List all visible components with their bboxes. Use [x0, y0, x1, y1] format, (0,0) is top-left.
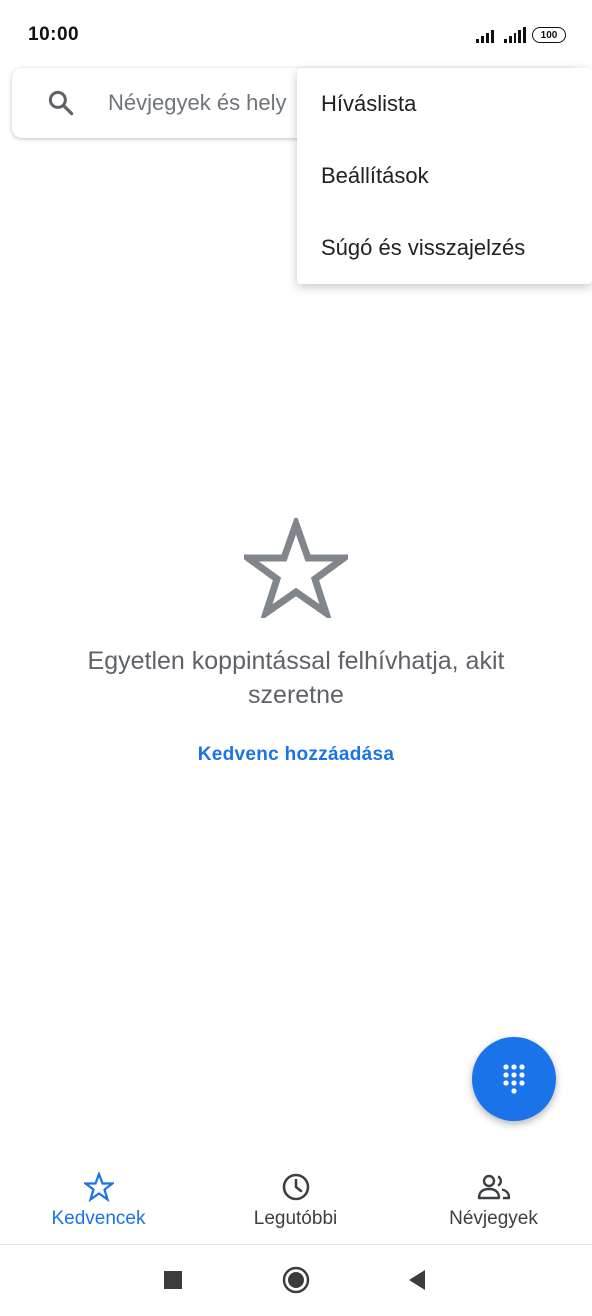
status-bar: 10:00 100 — [0, 0, 592, 70]
tab-recents[interactable]: Legutóbbi — [197, 1160, 394, 1244]
overflow-menu: Híváslista Beállítások Súgó és visszajel… — [297, 68, 592, 284]
empty-state-message: Egyetlen koppintással felhívhatja, akit … — [87, 647, 505, 709]
bottom-navigation: Kedvencek Legutóbbi Névjegyek — [0, 1160, 592, 1245]
system-navigation-bar — [0, 1245, 592, 1316]
star-icon — [83, 1172, 114, 1202]
tab-favorites-label: Kedvencek — [51, 1208, 146, 1229]
status-time: 10:00 — [28, 24, 80, 45]
tab-favorites[interactable]: Kedvencek — [0, 1160, 197, 1244]
people-icon — [477, 1174, 510, 1200]
menu-item-call-history[interactable]: Híváslista — [297, 68, 592, 140]
status-icons: 100 — [476, 24, 566, 46]
search-icon — [48, 90, 74, 116]
menu-item-help-feedback[interactable]: Súgó és visszajelzés — [297, 212, 592, 284]
back-triangle-icon — [409, 1270, 425, 1290]
empty-star-icon — [244, 518, 348, 618]
tab-contacts-label: Névjegyek — [449, 1208, 538, 1229]
back-button[interactable] — [394, 1257, 440, 1303]
add-favorite-button[interactable]: Kedvenc hozzáadása — [96, 744, 496, 766]
tab-recents-label: Legutóbbi — [253, 1208, 338, 1229]
recents-button[interactable] — [150, 1257, 196, 1303]
dialpad-icon — [503, 1064, 525, 1094]
home-button[interactable] — [273, 1257, 319, 1303]
clock-icon — [282, 1173, 309, 1201]
dialpad-button[interactable] — [472, 1037, 556, 1121]
tab-contacts[interactable]: Névjegyek — [395, 1160, 592, 1244]
home-circle-icon — [282, 1266, 310, 1294]
search-input[interactable]: Névjegyek és hely — [108, 90, 308, 116]
battery-level: 100 — [540, 29, 558, 41]
battery-icon: 100 — [532, 27, 566, 43]
menu-item-settings[interactable]: Beállítások — [297, 140, 592, 212]
signal-icon — [476, 27, 498, 43]
signal-icon-2 — [504, 27, 526, 43]
square-icon — [164, 1271, 182, 1289]
